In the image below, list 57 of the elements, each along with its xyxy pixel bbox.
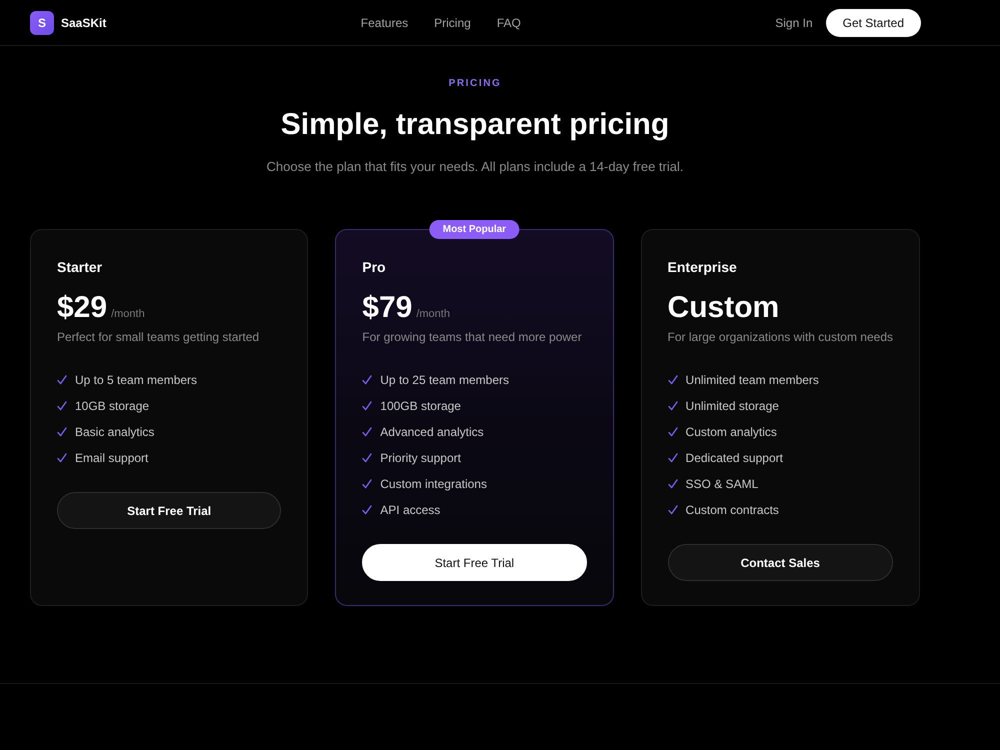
check-icon (668, 505, 678, 515)
feature-text: Email support (75, 451, 148, 465)
price-period: /month (111, 308, 145, 320)
feature-text: Custom integrations (380, 477, 487, 491)
check-icon (668, 375, 678, 385)
check-icon (362, 427, 372, 437)
feature-text: API access (380, 503, 440, 517)
plan-button[interactable]: Start Free Trial (362, 544, 587, 581)
nav-link[interactable]: Features (360, 16, 408, 30)
logo-icon: S (30, 11, 54, 35)
check-icon (57, 401, 67, 411)
feature-text: Advanced analytics (380, 425, 484, 439)
get-started-button[interactable]: Get Started (826, 9, 921, 37)
nav-link[interactable]: Pricing (434, 16, 471, 30)
check-icon (57, 453, 67, 463)
feature-text: SSO & SAML (686, 477, 758, 491)
plan-name: Enterprise (668, 258, 738, 277)
plan-description: Perfect for small teams getting started (57, 329, 260, 346)
plan-price: $79 (362, 291, 412, 325)
plan-button[interactable]: Contact Sales (668, 544, 893, 581)
page-title: Simple, transparent pricing (280, 107, 670, 143)
plan-name: Starter (57, 258, 104, 277)
feature-text: Custom contracts (686, 503, 779, 517)
feature-text: Priority support (380, 451, 461, 465)
nav-link[interactable]: FAQ (496, 16, 521, 30)
popular-badge: Most Popular (430, 220, 520, 239)
plan-name: Pro (362, 258, 387, 277)
feature-text: 10GB storage (75, 399, 150, 413)
plan-price: Custom (668, 291, 780, 325)
feature-text: Unlimited team members (686, 373, 819, 387)
feature-text: Basic analytics (75, 425, 154, 439)
check-icon (668, 401, 678, 411)
sign-in-link[interactable]: Sign In (775, 16, 813, 30)
feature-text: Up to 25 team members (380, 373, 509, 387)
plan-description: For growing teams that need more power (362, 329, 583, 346)
check-icon (362, 453, 372, 463)
check-icon (57, 375, 67, 385)
feature-text: Dedicated support (686, 451, 783, 465)
page-subtitle: Choose the plan that fits your needs. All plans include a 14-day free trial. (266, 158, 684, 176)
feature-text: Unlimited storage (686, 399, 779, 413)
section-eyebrow: PRICING (448, 77, 502, 91)
check-icon (668, 427, 678, 437)
price-period: /month (416, 308, 450, 320)
plan-button[interactable]: Start Free Trial (57, 492, 282, 529)
check-icon (57, 427, 67, 437)
check-icon (362, 375, 372, 385)
check-icon (668, 453, 678, 463)
check-icon (362, 505, 372, 515)
plan-description: For large organizations with custom needs (668, 329, 893, 346)
feature-text: Up to 5 team members (75, 373, 198, 387)
check-icon (668, 479, 678, 489)
feature-text: Custom analytics (686, 425, 777, 439)
check-icon (362, 479, 372, 489)
plan-price: $29 (57, 291, 108, 325)
feature-text: 100GB storage (380, 399, 461, 413)
check-icon (362, 401, 372, 411)
brand-name: SaaSKit (61, 16, 106, 30)
